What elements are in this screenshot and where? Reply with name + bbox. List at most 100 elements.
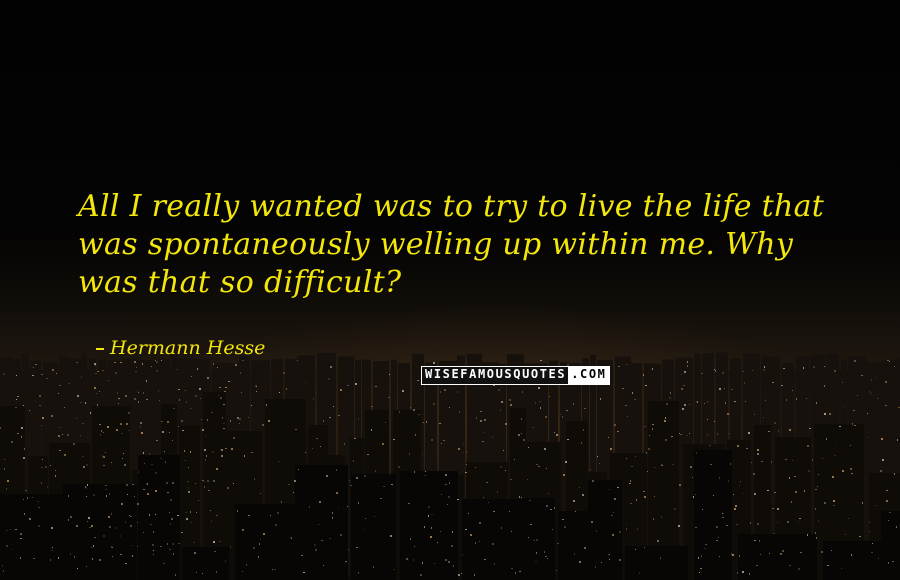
city-light bbox=[791, 501, 792, 503]
city-light bbox=[91, 525, 93, 527]
city-light bbox=[186, 401, 187, 403]
city-light bbox=[889, 361, 890, 362]
city-light bbox=[156, 370, 158, 372]
city-light bbox=[665, 417, 666, 419]
city-light bbox=[21, 436, 22, 438]
city-light bbox=[336, 469, 337, 471]
city-light bbox=[354, 438, 356, 439]
city-light bbox=[740, 481, 741, 482]
city-light bbox=[205, 436, 206, 437]
city-light bbox=[85, 486, 86, 488]
city-light bbox=[715, 370, 716, 372]
city-light bbox=[459, 411, 460, 413]
city-light bbox=[143, 532, 144, 533]
building-near bbox=[295, 465, 348, 580]
city-light bbox=[112, 547, 113, 548]
city-light bbox=[96, 393, 97, 394]
city-light bbox=[527, 479, 528, 480]
city-light bbox=[730, 463, 731, 465]
city-light bbox=[99, 424, 101, 425]
city-light bbox=[217, 367, 218, 368]
city-light bbox=[134, 496, 135, 497]
city-light bbox=[763, 369, 765, 371]
city-light bbox=[636, 499, 637, 501]
city-light bbox=[734, 401, 736, 402]
city-light bbox=[815, 489, 817, 490]
city-light bbox=[728, 480, 729, 482]
city-light bbox=[23, 457, 25, 459]
city-light bbox=[336, 492, 338, 494]
city-light bbox=[575, 511, 576, 512]
city-light bbox=[548, 493, 549, 494]
city-light bbox=[210, 510, 211, 511]
city-light bbox=[486, 482, 488, 483]
city-light bbox=[55, 475, 56, 477]
city-light bbox=[617, 431, 619, 432]
city-light bbox=[216, 515, 218, 516]
city-light bbox=[683, 385, 685, 386]
city-light bbox=[225, 560, 226, 562]
building-near bbox=[0, 494, 63, 580]
city-light bbox=[108, 380, 109, 381]
city-light bbox=[268, 420, 270, 422]
city-light bbox=[248, 417, 249, 418]
city-light bbox=[118, 398, 120, 399]
city-light bbox=[202, 480, 204, 481]
building-near bbox=[625, 546, 688, 580]
city-light bbox=[764, 366, 765, 368]
city-light bbox=[422, 562, 423, 564]
city-light bbox=[503, 450, 504, 451]
city-light bbox=[754, 493, 756, 495]
city-light bbox=[380, 498, 382, 499]
city-light bbox=[413, 559, 414, 561]
city-light bbox=[204, 449, 206, 451]
city-light bbox=[52, 369, 54, 371]
city-light bbox=[58, 557, 59, 559]
city-light bbox=[536, 552, 537, 554]
city-light bbox=[824, 413, 826, 415]
city-light bbox=[7, 480, 9, 482]
city-light bbox=[138, 401, 139, 403]
city-light bbox=[458, 448, 460, 450]
city-light bbox=[185, 512, 187, 513]
city-light bbox=[869, 531, 870, 532]
city-light bbox=[664, 420, 666, 422]
city-light bbox=[851, 473, 853, 474]
city-light bbox=[125, 563, 127, 564]
city-light bbox=[695, 527, 697, 528]
city-light bbox=[155, 490, 157, 492]
city-light bbox=[10, 529, 11, 530]
city-light bbox=[888, 520, 889, 521]
city-light bbox=[207, 419, 208, 421]
city-light bbox=[305, 452, 306, 453]
city-light bbox=[122, 458, 123, 459]
city-light bbox=[241, 392, 242, 393]
city-light bbox=[528, 537, 529, 538]
city-light bbox=[833, 500, 835, 502]
city-light bbox=[332, 517, 333, 519]
city-light bbox=[672, 464, 674, 465]
building-near bbox=[694, 450, 732, 580]
city-light bbox=[100, 434, 101, 436]
city-light bbox=[854, 425, 856, 426]
city-light bbox=[86, 487, 87, 489]
city-light bbox=[734, 508, 736, 510]
city-light bbox=[501, 401, 503, 403]
city-light bbox=[32, 497, 33, 498]
city-light bbox=[560, 414, 561, 415]
city-light bbox=[219, 541, 221, 542]
city-light bbox=[389, 374, 390, 375]
city-light bbox=[231, 448, 233, 450]
city-light bbox=[45, 466, 47, 468]
city-light bbox=[184, 390, 186, 391]
city-light bbox=[476, 417, 477, 419]
city-light bbox=[771, 461, 772, 463]
city-light bbox=[584, 547, 586, 549]
city-light bbox=[737, 572, 738, 574]
city-light bbox=[492, 543, 494, 545]
building-near bbox=[823, 541, 881, 580]
city-light bbox=[528, 447, 529, 448]
city-light bbox=[170, 523, 171, 525]
city-light bbox=[221, 449, 223, 451]
city-light bbox=[15, 407, 17, 408]
